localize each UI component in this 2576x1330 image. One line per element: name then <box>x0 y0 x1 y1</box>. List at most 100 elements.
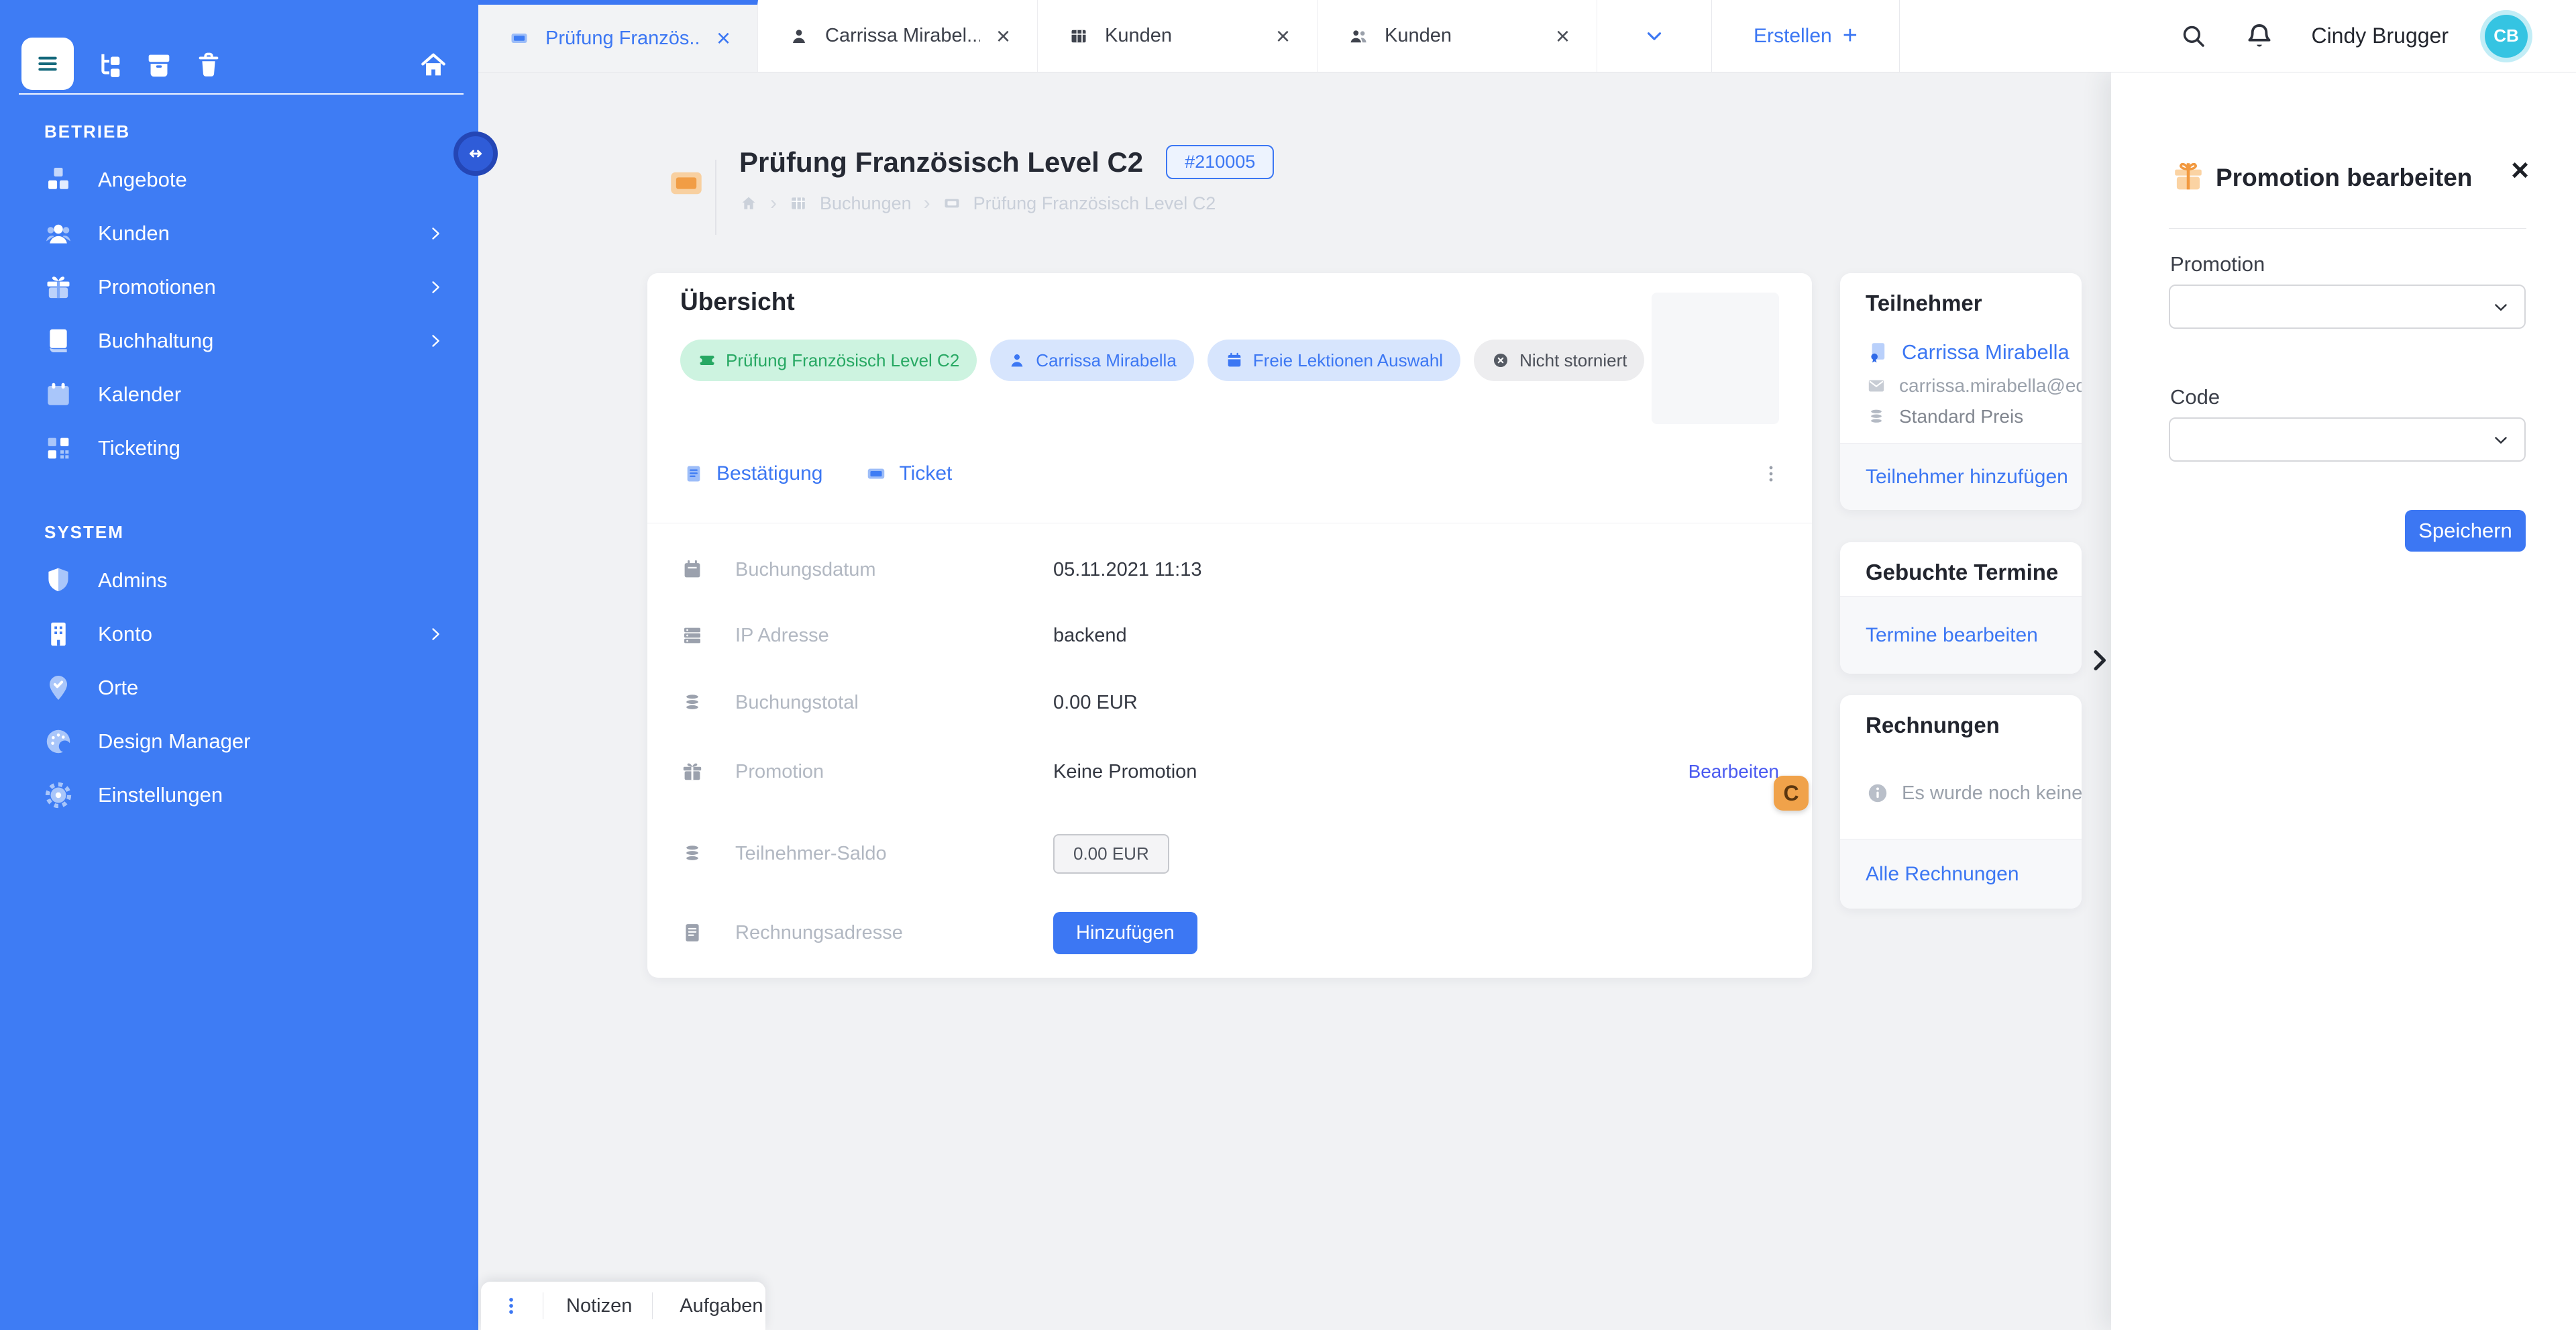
tabs-dropdown-button[interactable] <box>1597 0 1711 72</box>
sidebar-item-promotionen[interactable]: Promotionen <box>0 260 478 314</box>
trash-icon[interactable] <box>193 50 224 81</box>
appointments-heading: Gebuchte Termine <box>1866 560 2058 585</box>
status-badges: Prüfung Französisch Level C2 Carrissa Mi… <box>680 340 1644 381</box>
close-icon[interactable]: × <box>1556 24 1570 48</box>
user-name[interactable]: Cindy Brugger <box>2311 23 2449 48</box>
home-icon[interactable] <box>739 194 758 213</box>
panel-divider <box>2169 228 2526 229</box>
field-row-promotion: Promotion Keine Promotion Bearbeiten <box>680 750 1779 793</box>
calendar-icon <box>680 558 704 582</box>
sidebar-section-betrieb: BETRIEB <box>0 121 478 142</box>
sidebar-item-konto[interactable]: Konto <box>0 607 478 661</box>
building-icon <box>43 619 74 650</box>
sitemap-icon[interactable] <box>94 50 125 81</box>
confirmation-link[interactable]: Bestätigung <box>683 462 822 485</box>
link-label: Bestätigung <box>716 462 822 485</box>
field-row-buchungsdatum: Buchungsdatum 05.11.2021 11:13 <box>680 548 1779 591</box>
customer-badge: Carrissa Mirabella <box>990 340 1194 381</box>
tab-kunden-table[interactable]: Kunden × <box>1038 0 1318 72</box>
tab-kunden-people[interactable]: Kunden × <box>1318 0 1597 72</box>
field-row-rechnungsadresse: Rechnungsadresse Hinzufügen <box>680 911 1779 955</box>
notes-tab[interactable]: Notizen <box>566 1295 632 1317</box>
sidebar-item-label: Buchhaltung <box>98 329 213 353</box>
all-invoices-link[interactable]: Alle Rechnungen <box>1866 863 2019 886</box>
chevron-down-icon <box>2491 297 2511 317</box>
field-value: Keine Promotion <box>1053 761 1197 783</box>
panel-collapse-chevron[interactable] <box>2086 647 2112 674</box>
home-icon[interactable] <box>418 50 449 81</box>
ticket-icon <box>943 194 961 213</box>
tab-label: Kunden <box>1105 25 1172 47</box>
sidebar-item-angebote[interactable]: Angebote <box>0 153 478 207</box>
qr-code-icon <box>43 433 74 464</box>
saldo-value-box[interactable]: 0.00 EUR <box>1053 834 1169 874</box>
bell-icon[interactable] <box>2244 21 2275 52</box>
code-select[interactable] <box>2169 417 2526 462</box>
archive-icon[interactable] <box>144 50 174 81</box>
close-icon[interactable]: × <box>2511 154 2529 185</box>
participant-email: carrissa.mirabella@edoo <box>1899 375 2082 397</box>
tab-pruefung-franzoesisch[interactable]: Prüfung Französ... × <box>478 0 758 72</box>
book-icon <box>43 325 74 356</box>
field-row-teilnehmer-saldo: Teilnehmer-Saldo 0.00 EUR <box>680 831 1779 876</box>
search-icon[interactable] <box>2180 22 2208 50</box>
hamburger-menu-button[interactable] <box>21 38 74 90</box>
app-window: BETRIEB Angebote Kunden Promotionen Buch… <box>0 0 2576 1330</box>
save-button[interactable]: Speichern <box>2405 510 2526 552</box>
add-address-button[interactable]: Hinzufügen <box>1053 912 1197 954</box>
booking-id-badge: #210005 <box>1166 145 1274 179</box>
sidebar-resize-handle[interactable] <box>453 132 498 176</box>
gear-icon <box>43 780 74 811</box>
sidebar-item-label: Angebote <box>98 168 187 192</box>
kebab-menu-icon[interactable] <box>1760 462 1782 485</box>
badge-label: Freie Lektionen Auswahl <box>1253 350 1443 371</box>
field-label: Buchungsdatum <box>735 559 1053 581</box>
field-label: IP Adresse <box>735 625 1053 647</box>
shield-icon <box>43 565 74 596</box>
sidebar-item-design-manager[interactable]: Design Manager <box>0 715 478 768</box>
field-label: Rechnungsadresse <box>735 922 1053 944</box>
calendar-icon <box>43 379 74 410</box>
hamburger-icon <box>34 50 61 77</box>
close-icon[interactable]: × <box>1276 24 1290 48</box>
breadcrumb-item-buchungen[interactable]: Buchungen <box>820 193 912 214</box>
link-label: Ticket <box>899 462 952 485</box>
header-divider <box>715 160 716 235</box>
sidebar-item-ticketing[interactable]: Ticketing <box>0 421 478 475</box>
field-value: 0.00 EUR <box>1053 692 1138 714</box>
promotion-select[interactable] <box>2169 285 2526 329</box>
avatar[interactable]: CB <box>2485 15 2528 58</box>
sidebar-item-admins[interactable]: Admins <box>0 554 478 607</box>
coins-icon <box>1866 406 1887 427</box>
offer-badge: Prüfung Französisch Level C2 <box>680 340 977 381</box>
tasks-tab[interactable]: Aufgaben <box>680 1295 763 1317</box>
field-row-buchungstotal: Buchungstotal 0.00 EUR <box>680 681 1779 724</box>
create-button[interactable]: Erstellen + <box>1711 0 1900 72</box>
resize-arrows-icon <box>462 140 489 167</box>
tab-carrissa-mirabella[interactable]: Carrissa Mirabel... × <box>758 0 1038 72</box>
sidebar-item-kalender[interactable]: Kalender <box>0 368 478 421</box>
participants-footer: Teilnehmer hinzufügen <box>1840 443 2082 510</box>
kebab-menu-icon[interactable] <box>500 1294 523 1317</box>
chevron-down-icon <box>2491 430 2511 450</box>
edit-appointments-link[interactable]: Termine bearbeiten <box>1866 624 2038 647</box>
participant-price: Standard Preis <box>1899 406 2023 427</box>
participant-name-link[interactable]: Carrissa Mirabella <box>1902 340 2070 364</box>
promotion-edit-link[interactable]: Bearbeiten <box>1688 761 1779 782</box>
topbar: Prüfung Französ... × Carrissa Mirabel...… <box>478 0 2576 72</box>
sidebar-item-buchhaltung[interactable]: Buchhaltung <box>0 314 478 368</box>
ticket-link[interactable]: Ticket <box>865 462 952 485</box>
sidebar-item-kunden[interactable]: Kunden <box>0 207 478 260</box>
add-participant-link[interactable]: Teilnehmer hinzufügen <box>1866 466 2068 489</box>
sidebar-item-einstellungen[interactable]: Einstellungen <box>0 768 478 822</box>
close-icon[interactable]: × <box>996 24 1010 48</box>
page-title: Prüfung Französisch Level C2 <box>739 146 1143 178</box>
cubes-icon <box>43 164 74 195</box>
sidebar-item-label: Konto <box>98 622 152 646</box>
coins-icon <box>680 690 704 715</box>
sidebar-item-label: Promotionen <box>98 275 216 299</box>
close-icon[interactable]: × <box>716 26 731 50</box>
booking-ticket-icon <box>669 166 704 201</box>
sidebar-item-orte[interactable]: Orte <box>0 661 478 715</box>
ticket-icon <box>865 463 887 484</box>
